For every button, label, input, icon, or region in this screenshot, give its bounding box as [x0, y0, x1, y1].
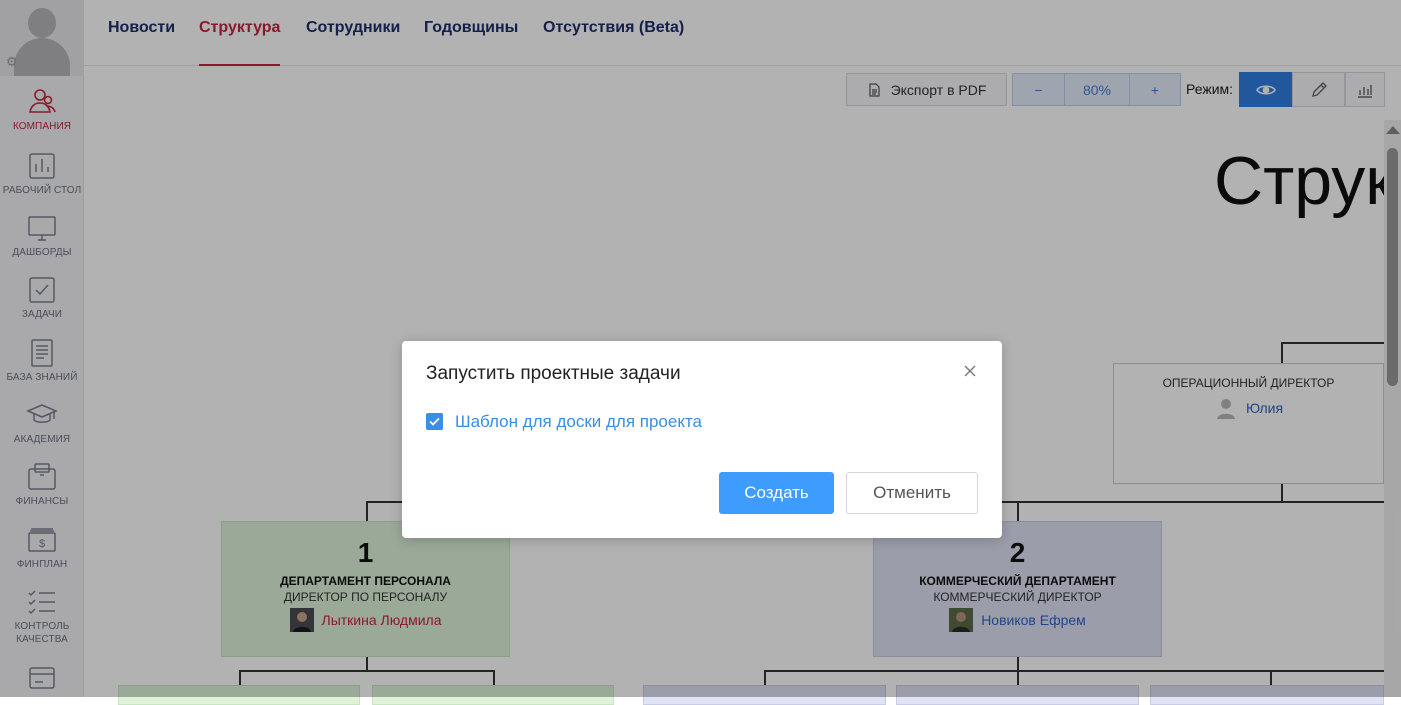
dialog-title: Запустить проектные задачи: [426, 363, 681, 384]
template-checkbox-label[interactable]: Шаблон для доски для проекта: [455, 412, 702, 432]
check-icon: [429, 417, 440, 426]
create-button[interactable]: Создать: [719, 472, 834, 514]
launch-project-tasks-dialog: Запустить проектные задачи Шаблон для до…: [402, 341, 1002, 538]
close-icon[interactable]: [962, 363, 978, 379]
template-checkbox[interactable]: [426, 413, 443, 430]
cancel-button[interactable]: Отменить: [846, 472, 978, 514]
